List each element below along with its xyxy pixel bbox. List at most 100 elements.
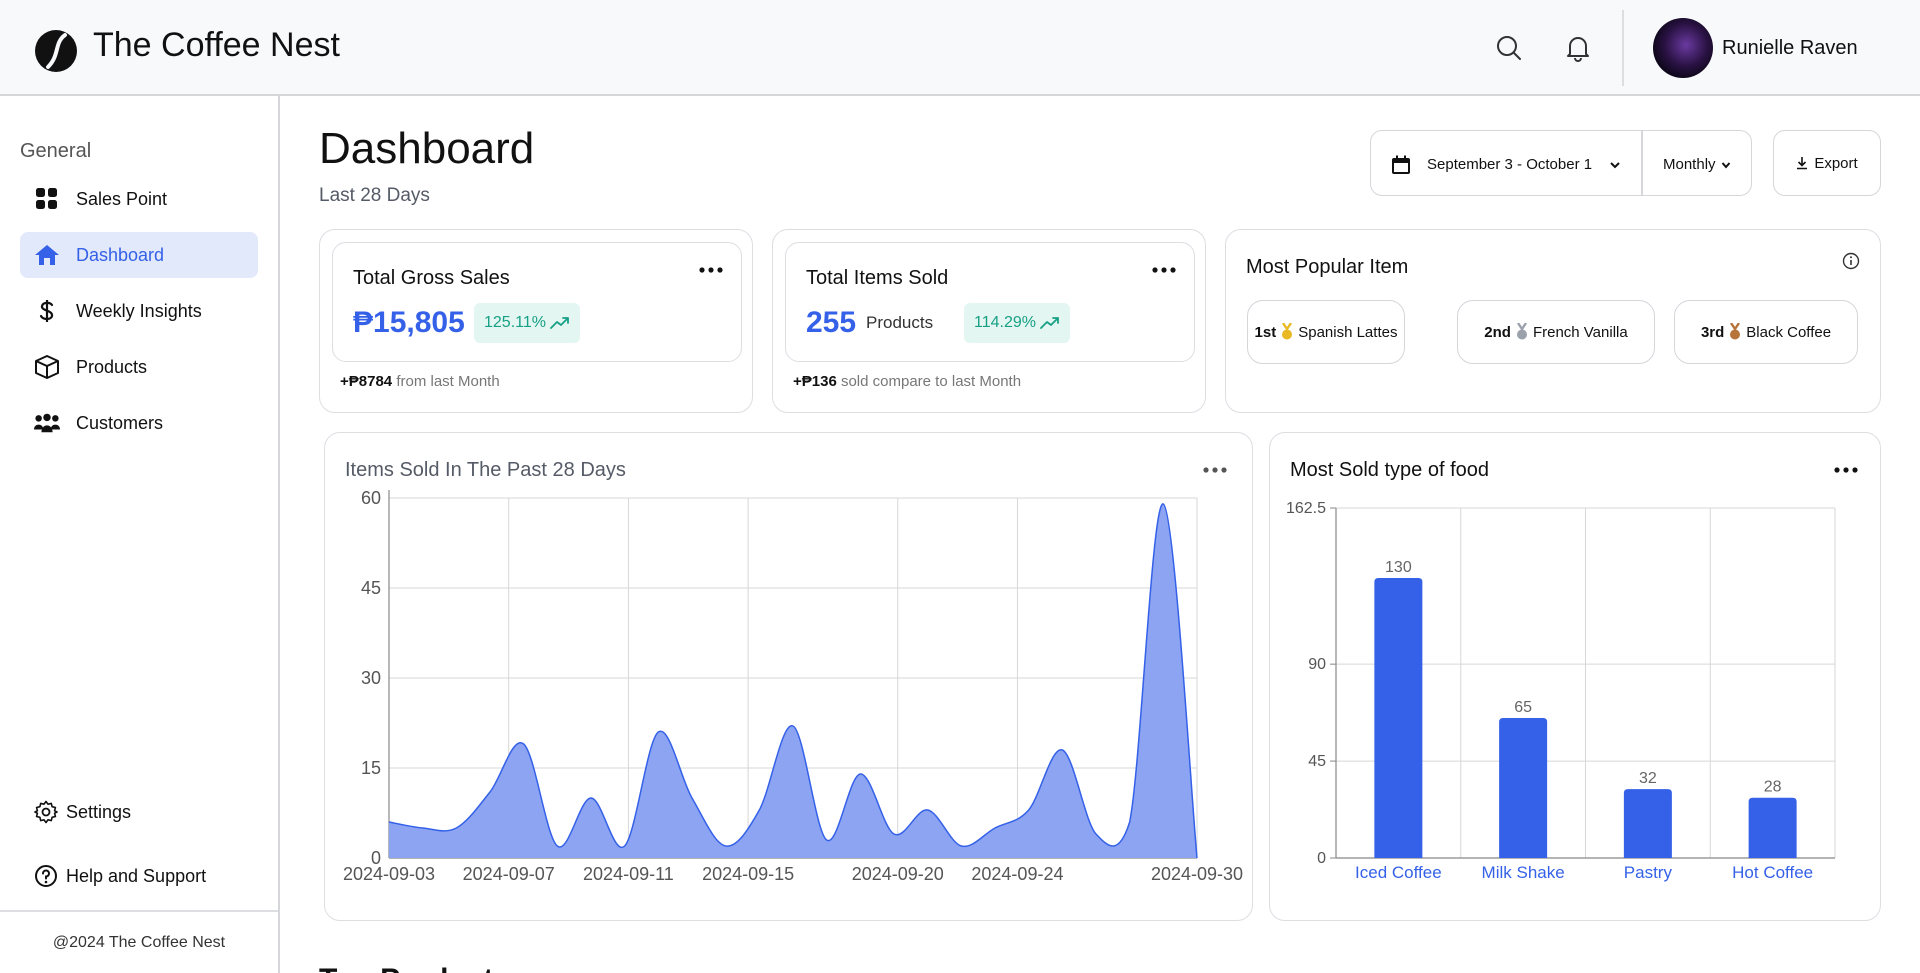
x-tick-label: 2024-09-11 bbox=[583, 864, 674, 884]
x-tick-label: 2024-09-20 bbox=[852, 864, 944, 884]
sidebar-settings[interactable]: Settings bbox=[20, 792, 258, 832]
x-tick-label: Milk Shake bbox=[1482, 863, 1565, 882]
period-select[interactable]: Monthly bbox=[1663, 156, 1716, 173]
settings-label: Settings bbox=[66, 801, 132, 822]
bar-value-label: 65 bbox=[1514, 699, 1532, 716]
gross-sales-inner: Total Gross Sales ₱15,805 125.11% bbox=[332, 242, 742, 362]
gear-icon bbox=[34, 800, 58, 824]
x-tick-label: Iced Coffee bbox=[1355, 863, 1442, 882]
bar-value-label: 130 bbox=[1385, 559, 1412, 576]
kpi-unit: Products bbox=[866, 313, 934, 332]
y-tick-label: 162.5 bbox=[1286, 500, 1326, 517]
most-popular-card: Most Popular Item 1st Spanish Lattes 2nd… bbox=[1225, 229, 1881, 413]
download-icon bbox=[1797, 157, 1808, 170]
x-tick-label: Pastry bbox=[1624, 863, 1673, 882]
y-tick-label: 15 bbox=[361, 758, 381, 778]
item-name: Black Coffee bbox=[1746, 323, 1832, 341]
more-options-icon[interactable] bbox=[699, 265, 723, 275]
change-value: 125.11% bbox=[484, 314, 546, 331]
foot-value: +₱8784 bbox=[340, 373, 393, 390]
item-name: French Vanilla bbox=[1532, 323, 1628, 341]
top-header: The Coffee Nest Runielle Raven bbox=[0, 0, 1920, 96]
help-label: Help and Support bbox=[66, 865, 207, 886]
popular-item-3[interactable]: 3rd Black Coffee bbox=[1674, 300, 1858, 364]
bar-value-label: 28 bbox=[1764, 779, 1782, 796]
x-tick-label: 2024-09-03 bbox=[343, 864, 435, 884]
popular-item-2[interactable]: 2nd French Vanilla bbox=[1457, 300, 1655, 364]
kpi-title: Total Items Sold bbox=[806, 267, 949, 289]
x-tick-label: Hot Coffee bbox=[1732, 863, 1813, 882]
page-title: Dashboard bbox=[319, 124, 535, 173]
x-tick-label: 2024-09-15 bbox=[702, 864, 794, 884]
brand-name[interactable]: The Coffee Nest bbox=[93, 26, 340, 65]
change-badge: 114.29% bbox=[964, 303, 1070, 343]
bar bbox=[1623, 789, 1672, 858]
popular-item-1[interactable]: 1st Spanish Lattes bbox=[1247, 300, 1405, 364]
chevron-down-icon[interactable] bbox=[1609, 160, 1621, 170]
change-value: 114.29% bbox=[974, 314, 1036, 331]
item-name: Spanish Lattes bbox=[1298, 323, 1398, 341]
kpi-value: ₱15,805 bbox=[353, 306, 465, 339]
items-sold-card: Total Items Sold 255 Products 114.29% +₱… bbox=[772, 229, 1206, 413]
bell-icon[interactable] bbox=[1565, 34, 1591, 62]
sidebar-item-label: Sales Point bbox=[76, 188, 168, 209]
change-badge: 125.11% bbox=[474, 303, 580, 343]
dollar-icon bbox=[34, 299, 60, 323]
page-subtitle: Last 28 Days bbox=[319, 185, 430, 206]
rank-label: 3rd bbox=[1700, 323, 1725, 341]
search-icon[interactable] bbox=[1496, 35, 1522, 61]
date-range-value[interactable]: September 3 - October 1 bbox=[1427, 156, 1592, 173]
sidebar-item-weekly-insights[interactable]: Weekly Insights bbox=[20, 288, 258, 334]
y-tick-label: 0 bbox=[1317, 850, 1326, 867]
help-icon bbox=[35, 865, 57, 887]
date-range-control: September 3 - October 1 Monthly bbox=[1370, 130, 1752, 196]
y-tick-label: 60 bbox=[361, 488, 381, 508]
export-label: Export bbox=[1814, 154, 1858, 172]
header-divider bbox=[1622, 10, 1624, 86]
bar-value-label: 32 bbox=[1639, 770, 1657, 787]
items-sold-inner: Total Items Sold 255 Products 114.29% bbox=[785, 242, 1195, 362]
rank-label: 1st bbox=[1254, 323, 1277, 341]
sidebar: General Sales Point Dashboard Weekly Ins… bbox=[0, 96, 280, 973]
more-options-icon[interactable] bbox=[1152, 265, 1176, 275]
section-heading: Top Products bbox=[319, 960, 510, 973]
sidebar-item-products[interactable]: Products bbox=[20, 344, 258, 390]
y-tick-label: 90 bbox=[1308, 656, 1326, 673]
kpi-footnote: +₱136 sold compare to last Month bbox=[793, 373, 1021, 390]
trending-up-icon bbox=[1040, 317, 1059, 329]
user-name[interactable]: Runielle Raven bbox=[1722, 37, 1858, 60]
users-icon bbox=[34, 411, 60, 435]
chevron-down-icon[interactable] bbox=[1721, 161, 1731, 169]
coffee-bean-logo-icon bbox=[35, 30, 77, 72]
medal-icon bbox=[1516, 323, 1527, 340]
sidebar-item-label: Weekly Insights bbox=[76, 300, 202, 321]
kpi-footnote: +₱8784 from last Month bbox=[340, 373, 500, 390]
avatar[interactable] bbox=[1653, 18, 1713, 78]
bar bbox=[1499, 718, 1548, 858]
card-title: Most Popular Item bbox=[1246, 256, 1409, 278]
export-button[interactable]: Export bbox=[1773, 130, 1881, 196]
foot-text: from last Month bbox=[396, 373, 500, 390]
x-tick-label: 2024-09-24 bbox=[971, 864, 1063, 884]
sidebar-item-label: Products bbox=[76, 356, 148, 377]
sidebar-item-customers[interactable]: Customers bbox=[20, 400, 258, 446]
items-sold-area-chart: 0153045602024-09-03 2024-09-07 2024-09-11 2… bbox=[343, 488, 1243, 884]
sidebar-group-label: General bbox=[20, 140, 92, 162]
sidebar-item-label: Dashboard bbox=[76, 244, 165, 265]
bar bbox=[1748, 797, 1797, 858]
sidebar-item-label: Customers bbox=[76, 412, 164, 433]
bar bbox=[1374, 578, 1423, 858]
foot-text: sold compare to last Month bbox=[840, 373, 1022, 390]
kpi-value: 255 bbox=[806, 306, 857, 339]
sidebar-item-sales-point[interactable]: Sales Point bbox=[20, 176, 258, 222]
range-divider bbox=[1641, 131, 1643, 195]
sidebar-help[interactable]: Help and Support bbox=[20, 856, 258, 896]
rank-label: 2nd bbox=[1484, 323, 1511, 341]
info-icon[interactable] bbox=[1842, 252, 1860, 270]
y-tick-label: 45 bbox=[361, 578, 381, 598]
copyright-text: @2024 The Coffee Nest bbox=[52, 934, 226, 951]
sidebar-item-dashboard[interactable]: Dashboard bbox=[20, 232, 258, 278]
x-tick-label: 2024-09-30 bbox=[1151, 864, 1243, 884]
calendar-icon[interactable] bbox=[1391, 155, 1411, 175]
foot-value: +₱136 bbox=[793, 373, 837, 390]
